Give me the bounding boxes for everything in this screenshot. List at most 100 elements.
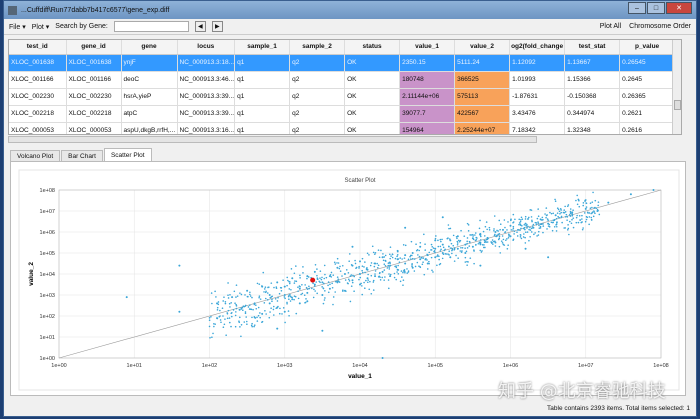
column-header[interactable]: gene_id: [66, 40, 122, 55]
maximize-button[interactable]: □: [647, 2, 665, 14]
chart-title: Scatter Plot: [344, 178, 375, 184]
data-point: [389, 273, 392, 276]
minimize-button[interactable]: –: [628, 2, 646, 14]
data-point: [217, 301, 220, 303]
data-point: [364, 287, 366, 290]
column-header[interactable]: status: [344, 40, 401, 55]
data-point: [266, 292, 269, 294]
column-header[interactable]: locus: [177, 40, 236, 55]
data-point: [451, 247, 454, 250]
table-cell: XLOC_001166: [66, 71, 122, 89]
data-point: [240, 335, 242, 338]
table-row[interactable]: XLOC_001638 XLOC_001638 ynjF NC_000913.3:18…: [9, 54, 676, 72]
search-input[interactable]: [113, 21, 189, 32]
x-tick-label: 1e+02: [202, 363, 217, 369]
data-point: [590, 218, 593, 221]
table-row[interactable]: XLOC_002218 XLOC_002218 atpC NC_000913.3:39…: [9, 105, 676, 123]
file-menu[interactable]: File ▾: [9, 23, 26, 31]
table-cell: q1: [234, 105, 291, 123]
data-point: [314, 263, 317, 266]
data-point: [373, 265, 376, 268]
column-header[interactable]: gene: [121, 40, 178, 55]
data-point: [519, 220, 522, 223]
data-point: [524, 247, 527, 250]
data-point: [544, 213, 546, 215]
data-point: [263, 291, 265, 293]
data-point: [282, 279, 284, 281]
data-point: [554, 214, 557, 217]
previous-button[interactable]: ◀: [194, 21, 206, 32]
data-point: [249, 293, 251, 296]
data-point: [336, 262, 338, 264]
data-point: [591, 212, 593, 214]
data-point: [503, 244, 506, 246]
table-row[interactable]: XLOC_001166 XLOC_001166 deoC NC_000913.3:46…: [9, 71, 676, 89]
table-row[interactable]: XLOC_002230 XLOC_002230 hsrA,yieP NC_000913…: [9, 88, 676, 106]
data-point: [294, 295, 297, 298]
table-cell: q1: [234, 122, 291, 134]
vertical-scrollbar[interactable]: [672, 40, 681, 134]
column-header[interactable]: test_stat: [564, 40, 621, 55]
data-point: [479, 219, 481, 222]
data-point: [460, 229, 462, 232]
column-header[interactable]: sample_2: [289, 40, 346, 55]
next-button[interactable]: ▶: [211, 21, 223, 32]
data-point: [302, 272, 304, 274]
data-point: [431, 245, 434, 248]
data-point: [499, 223, 502, 226]
data-point: [488, 229, 491, 231]
data-point: [363, 281, 365, 284]
data-point: [464, 243, 467, 246]
data-point: [290, 296, 293, 298]
x-tick-label: 1e+03: [277, 363, 292, 369]
column-header[interactable]: p_value: [619, 40, 676, 55]
data-point: [434, 239, 437, 242]
data-point: [265, 313, 267, 315]
data-point: [575, 199, 577, 202]
x-tick-label: 1e+06: [503, 363, 518, 369]
data-point: [297, 290, 299, 292]
data-point: [534, 232, 536, 234]
data-point: [565, 213, 568, 216]
data-point: [384, 259, 387, 262]
data-point: [519, 219, 522, 221]
data-point: [295, 280, 298, 283]
data-point: [364, 261, 366, 263]
data-point: [311, 287, 313, 290]
table-cell: 180748: [399, 71, 456, 89]
table-cell: NC_000913.3:16...: [177, 122, 236, 134]
data-point: [441, 216, 444, 219]
data-point: [391, 256, 394, 259]
scatter-chart: Scatter Plot 1e+001e+00 1e+01 1e+01 1e+02 1e+…: [18, 169, 680, 391]
data-point: [224, 302, 227, 305]
plot-menu[interactable]: Plot ▾: [32, 23, 50, 31]
data-point: [563, 209, 566, 211]
data-point: [555, 230, 558, 232]
column-header[interactable]: og2(fold_change: [509, 40, 566, 55]
plot-all-button[interactable]: Plot All: [600, 23, 621, 30]
tab-scatter-plot[interactable]: Scatter Plot: [103, 148, 152, 162]
data-point: [293, 298, 295, 301]
data-point: [341, 275, 343, 277]
table-row[interactable]: XLOC_000053 XLOC_000053 aspU,dkgB,rrfH,...…: [9, 122, 676, 134]
data-point: [416, 261, 419, 264]
data-point: [593, 210, 595, 212]
data-point: [208, 317, 211, 319]
data-point: [575, 221, 578, 224]
scroll-thumb[interactable]: [674, 100, 681, 110]
data-point: [336, 276, 339, 278]
data-point: [566, 219, 568, 221]
close-button[interactable]: ✕: [666, 2, 692, 14]
data-point: [228, 302, 231, 305]
data-point: [299, 277, 301, 279]
horizontal-scrollbar[interactable]: [8, 136, 537, 143]
data-point: [258, 296, 260, 299]
data-point: [299, 274, 301, 277]
column-header[interactable]: sample_1: [234, 40, 291, 55]
column-header[interactable]: test_id: [9, 40, 67, 55]
chromosome-order-button[interactable]: Chromosome Order: [629, 23, 691, 30]
window-title: ...Cuffdiff\Run77dabb7b417c6577\gene_exp…: [21, 6, 170, 14]
column-header[interactable]: value_1: [399, 40, 456, 55]
data-point: [360, 282, 362, 285]
column-header[interactable]: value_2: [454, 40, 511, 55]
